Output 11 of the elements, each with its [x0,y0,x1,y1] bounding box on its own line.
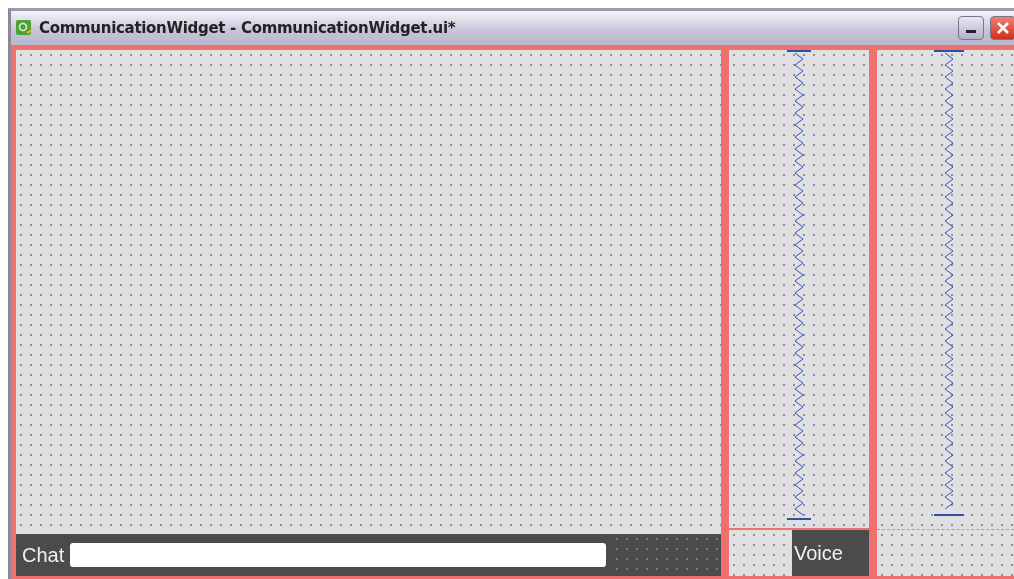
minimize-button[interactable] [958,16,984,40]
spacer-spring-icon [787,50,811,520]
app-icon [15,19,33,37]
close-icon [996,21,1010,35]
minimize-icon [966,30,976,34]
chat-input-field[interactable] [70,543,607,567]
chat-label: Chat [22,543,65,567]
voice-label: Voice [792,530,869,576]
close-button[interactable] [990,16,1014,40]
spacer-spring-icon [933,50,964,516]
window-title: CommunicationWidget - CommunicationWidget.ui* [39,19,456,37]
